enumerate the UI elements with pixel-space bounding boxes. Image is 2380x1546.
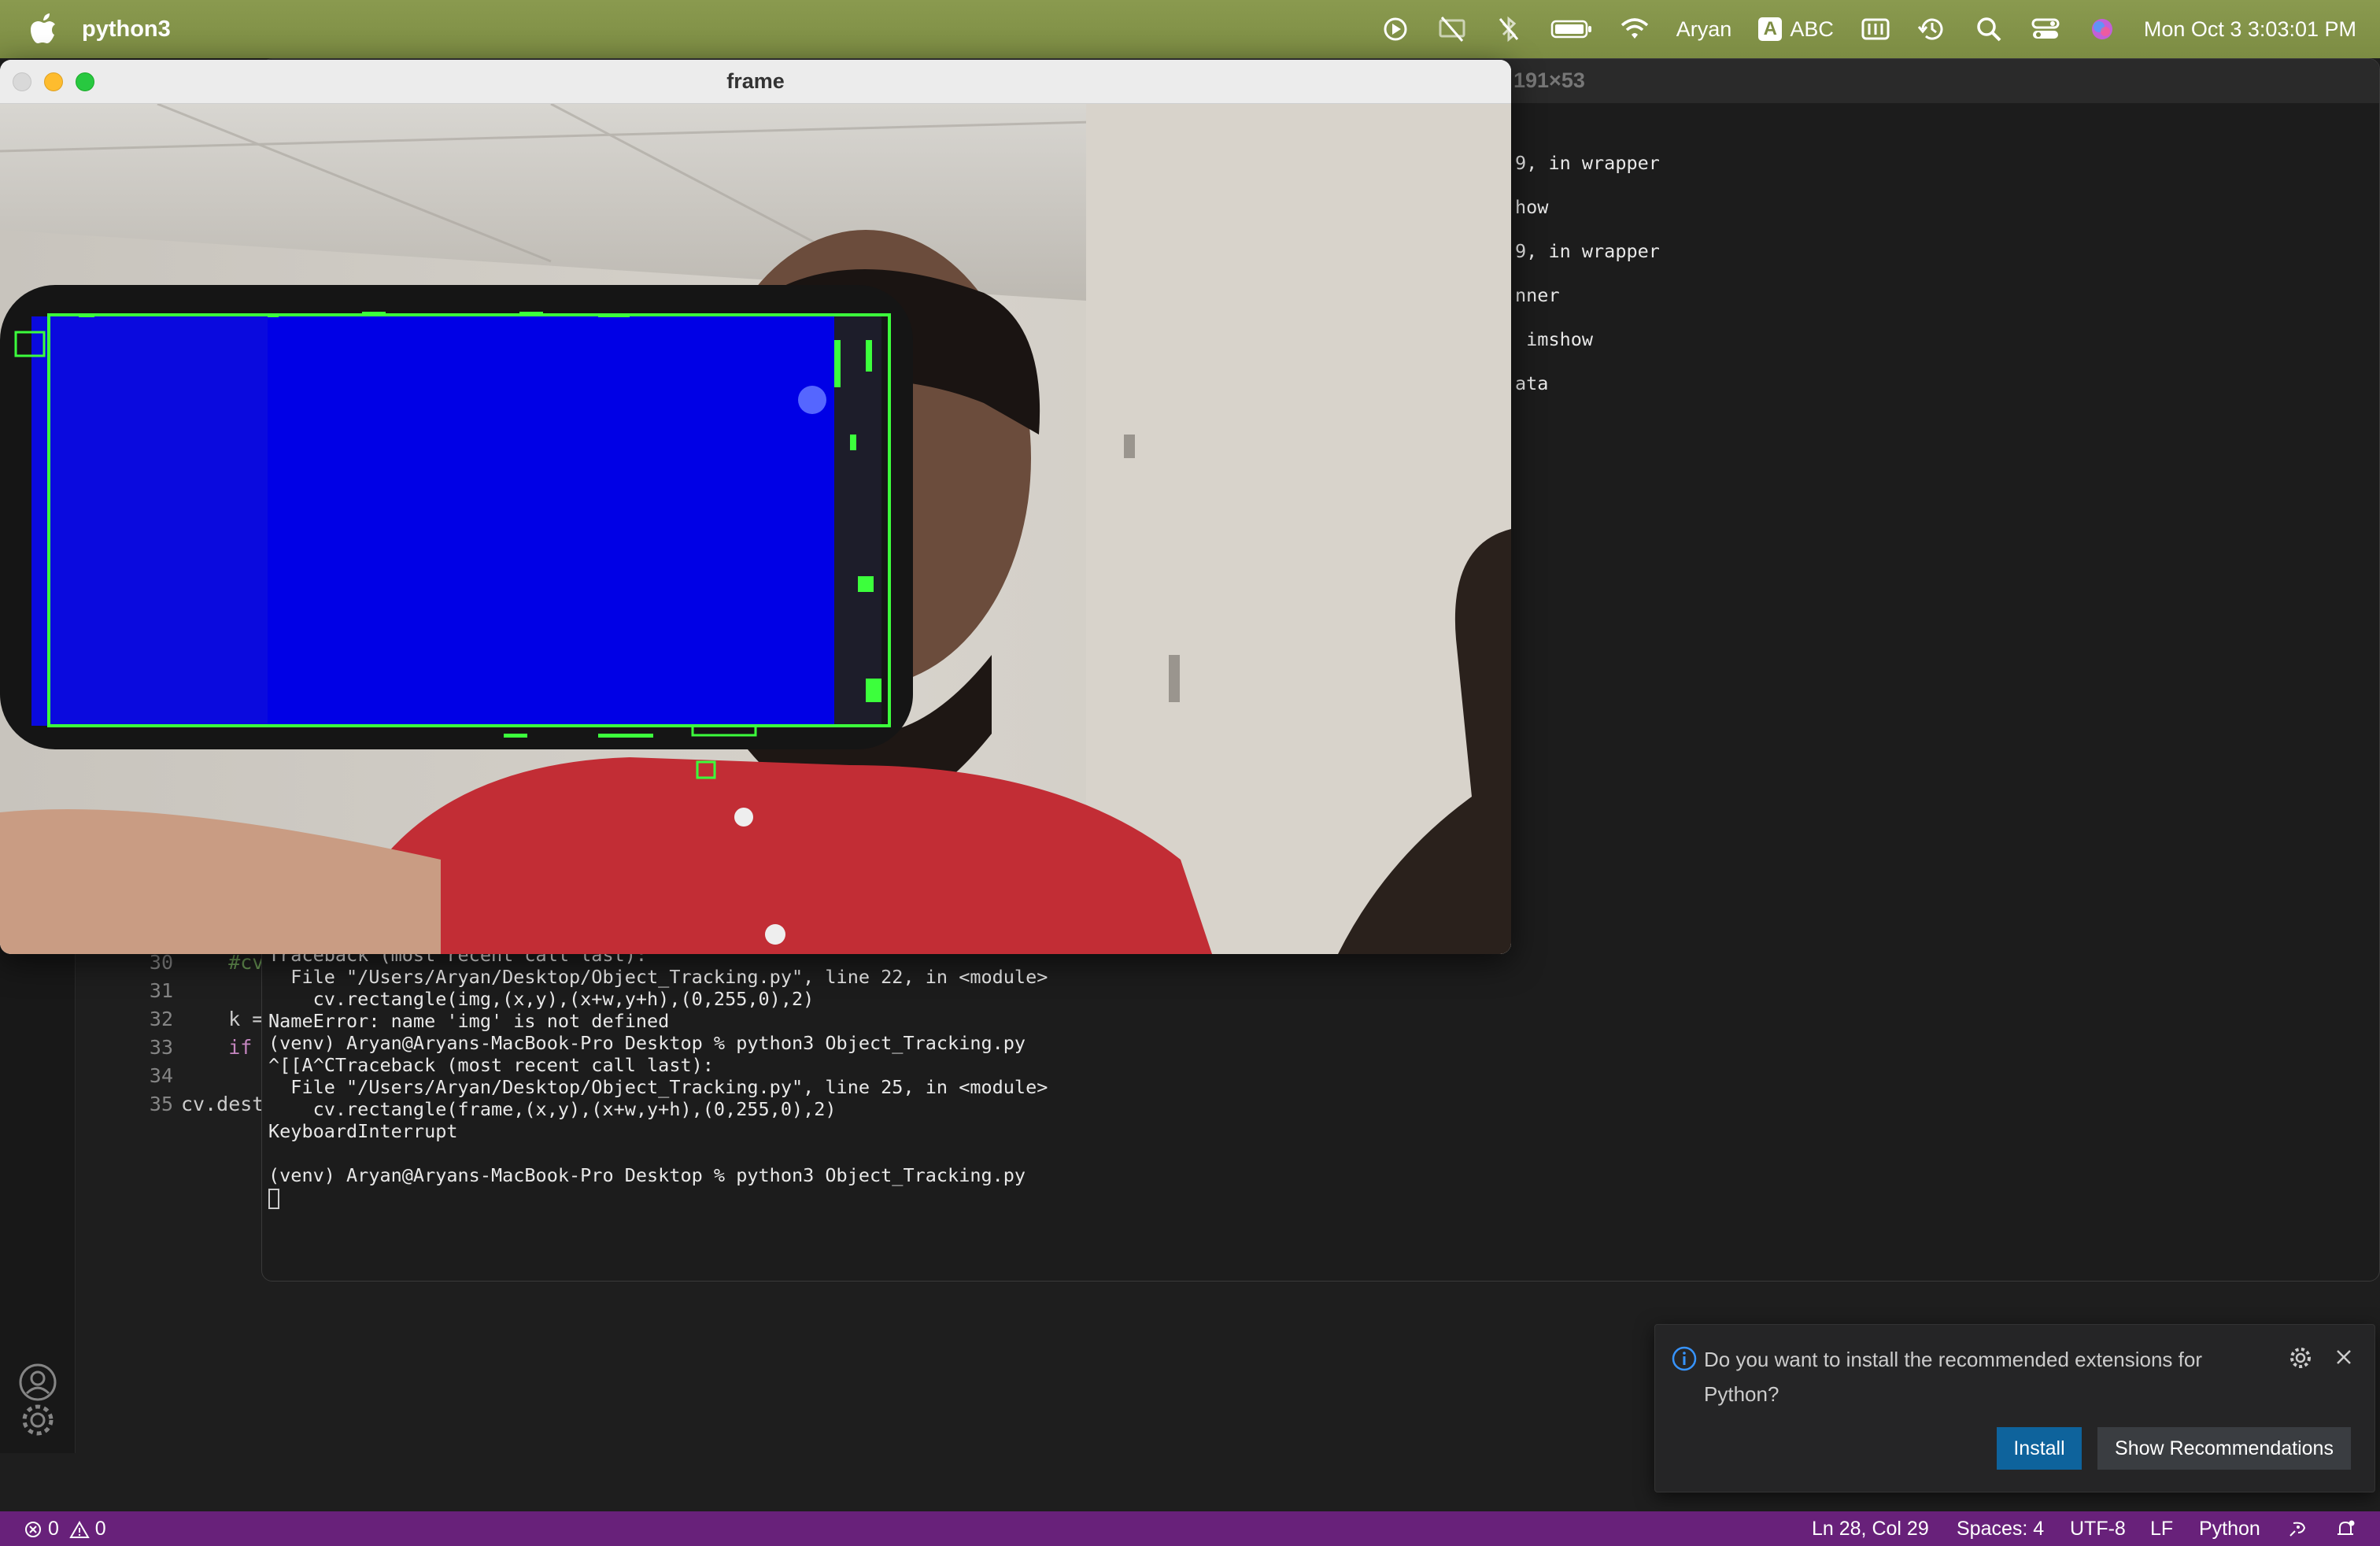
terminal-line: NameError: name 'img' is not defined [268, 1010, 670, 1032]
line-number: 33 [149, 1036, 173, 1059]
info-icon [1671, 1345, 1698, 1372]
screen-mirror-off-icon[interactable] [1437, 14, 1467, 44]
input-source-icon[interactable]: A ABC [1758, 17, 1834, 42]
terminal-line: File "/Users/Aryan/Desktop/Object_Tracki… [268, 1076, 1048, 1098]
show-recommendations-button[interactable]: Show Recommendations [2097, 1427, 2351, 1470]
terminal-line: (venv) Aryan@Aryans-MacBook-Pro Desktop … [268, 1032, 1026, 1054]
warning-icon [69, 1521, 90, 1539]
code-line[interactable]: k = [181, 1008, 264, 1030]
indentation-setting[interactable]: Spaces: 4 [1957, 1518, 2044, 1540]
frame-window[interactable]: frame [0, 60, 1511, 954]
error-icon [25, 1522, 41, 1538]
frame-title-bar[interactable]: frame [0, 60, 1511, 104]
notification-settings-gear-icon[interactable] [2288, 1345, 2313, 1370]
terminal-line: cv.rectangle(frame,(x,y),(x+w,y+h),(0,25… [268, 1098, 837, 1120]
terminal-line: (venv) Aryan@Aryans-MacBook-Pro Desktop … [268, 1164, 1026, 1186]
time-machine-icon[interactable] [1917, 14, 1947, 44]
control-center-icon[interactable] [2031, 14, 2060, 44]
camera-frame-image [0, 104, 1511, 954]
terminal-fragment: 9, in wrapper [1515, 240, 1660, 262]
terminal-line: ^[[A^CTraceback (most recent call last): [268, 1054, 714, 1076]
extension-recommendation-notification: Do you want to install the recommended e… [1654, 1324, 2375, 1492]
terminal-line: File "/Users/Aryan/Desktop/Object_Tracki… [268, 966, 1048, 988]
terminal-fragment: 9, in wrapper [1515, 152, 1660, 174]
code-line[interactable]: if [181, 1036, 252, 1059]
install-button[interactable]: Install [1997, 1427, 2082, 1470]
manage-gear-icon[interactable] [17, 1400, 58, 1441]
apple-icon[interactable] [30, 13, 57, 45]
line-number: 31 [149, 979, 173, 1002]
terminal-line: KeyboardInterrupt [268, 1120, 458, 1142]
siri-icon[interactable] [2087, 14, 2117, 44]
wifi-icon[interactable] [1620, 14, 1650, 44]
user-name[interactable]: Aryan [1676, 17, 1732, 42]
end-of-line-setting[interactable]: LF [2150, 1518, 2173, 1540]
terminal-prompt-line [268, 1186, 279, 1209]
cursor-position[interactable]: Ln 28, Col 29 [1812, 1518, 1929, 1540]
notifications-bell-icon[interactable] [2334, 1518, 2356, 1540]
encoding-setting[interactable]: UTF-8 [2070, 1518, 2126, 1540]
bluetooth-off-icon[interactable] [1494, 14, 1524, 44]
notification-close-icon[interactable] [2330, 1344, 2357, 1370]
terminal-size-label: 191×53 [1513, 68, 1585, 92]
terminal-cursor [268, 1188, 279, 1209]
menu-bar: python3 Aryan A ABC Mon Oct 3 3:03:01 PM [0, 0, 2380, 58]
frame-window-title: frame [726, 69, 785, 93]
warning-count: 0 [94, 1518, 106, 1540]
terminal-fragment: imshow [1515, 328, 1594, 350]
notification-message: Do you want to install the recommended e… [1704, 1348, 2203, 1406]
active-app-name[interactable]: python3 [82, 17, 171, 43]
error-count: 0 [47, 1518, 59, 1540]
battery-icon[interactable] [1550, 14, 1593, 44]
status-bar: 0 0 Ln 28, Col 29 Spaces: 4 UTF-8 LF Pyt… [0, 1511, 2380, 1546]
input-source-label: ABC [1790, 17, 1834, 41]
code-line[interactable]: cv.dest [181, 1093, 264, 1115]
language-mode[interactable]: Python [2199, 1518, 2260, 1540]
problems-indicator[interactable]: 0 0 [24, 1518, 106, 1540]
line-number: 35 [149, 1093, 173, 1115]
spotlight-icon[interactable] [1974, 14, 2004, 44]
account-icon[interactable] [17, 1362, 58, 1403]
terminal-line: cv.rectangle(img,(x,y),(x+w,y+h),(0,255,… [268, 988, 815, 1010]
activity-bar [0, 890, 76, 1453]
terminal-fragment: ata [1515, 372, 1549, 394]
keyboard-icon[interactable] [1861, 14, 1890, 44]
code-line[interactable]: #cv [181, 951, 264, 974]
line-number: 34 [149, 1064, 173, 1087]
line-number: 32 [149, 1008, 173, 1030]
clock[interactable]: Mon Oct 3 3:03:01 PM [2144, 17, 2356, 42]
terminal-fragment: how [1515, 196, 1549, 218]
line-number: 30 [149, 951, 173, 974]
terminal-fragment: nner [1515, 284, 1560, 306]
feedback-icon[interactable] [2287, 1518, 2309, 1540]
play-icon[interactable] [1380, 14, 1410, 44]
